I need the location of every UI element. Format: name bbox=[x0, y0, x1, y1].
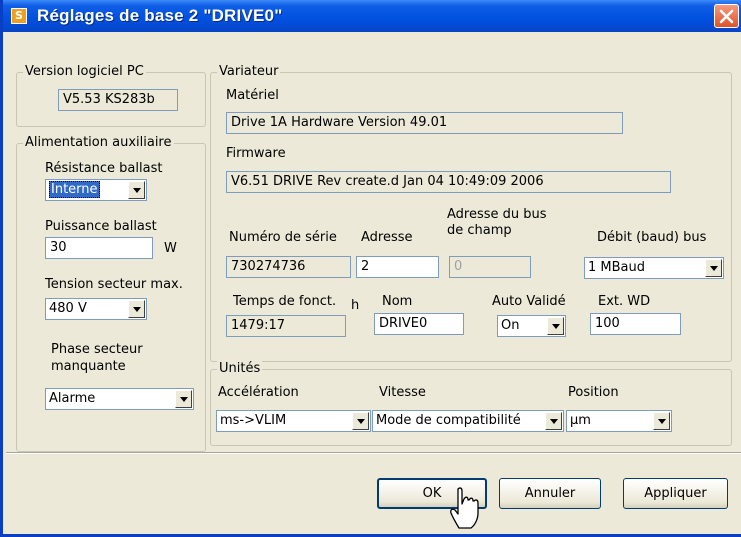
acceleration-value: ms->VLIM bbox=[220, 413, 287, 428]
close-icon bbox=[719, 9, 734, 24]
chevron-down-icon[interactable] bbox=[352, 412, 369, 430]
fieldbus-address-label-2: de champ bbox=[447, 223, 512, 238]
fieldbus-address-input: 0 bbox=[449, 256, 531, 278]
firmware-label: Firmware bbox=[226, 146, 286, 161]
serial-number-label: Numéro de série bbox=[229, 230, 337, 245]
missing-phase-select[interactable]: Alarme bbox=[45, 388, 194, 410]
auto-valid-value: On bbox=[501, 318, 520, 333]
ext-wd-input[interactable]: 100 bbox=[590, 313, 681, 335]
ballast-resistance-select[interactable]: Interne bbox=[45, 179, 147, 201]
chevron-down-icon[interactable] bbox=[547, 317, 564, 335]
max-voltage-select[interactable]: 480 V bbox=[45, 298, 147, 320]
auto-valid-select[interactable]: On bbox=[497, 315, 566, 337]
missing-phase-label-2: manquante bbox=[51, 359, 126, 374]
chevron-down-icon[interactable] bbox=[175, 390, 192, 408]
name-label: Nom bbox=[382, 294, 413, 309]
units-legend: Unités bbox=[217, 361, 263, 376]
serial-number-field: 730274736 bbox=[226, 256, 351, 278]
baud-rate-label: Débit (baud) bus bbox=[597, 230, 707, 245]
aux-power-legend: Alimentation auxiliaire bbox=[23, 135, 174, 150]
max-voltage-value: 480 V bbox=[49, 301, 87, 316]
auto-valid-label: Auto Validé bbox=[492, 294, 566, 309]
address-input[interactable]: 2 bbox=[356, 256, 439, 278]
missing-phase-value: Alarme bbox=[49, 391, 96, 406]
dialog-client: Version logiciel PC V5.53 KS283b Aliment… bbox=[6, 32, 741, 534]
firmware-field: V6.51 DRIVE Rev create.d Jan 04 10:49:09… bbox=[226, 171, 671, 193]
ballast-power-unit: W bbox=[164, 241, 177, 256]
ballast-power-input[interactable]: 30 bbox=[45, 237, 153, 259]
window-title: Réglages de base 2 "DRIVE0" bbox=[37, 6, 283, 25]
close-button[interactable] bbox=[714, 4, 739, 28]
cancel-button[interactable]: Annuler bbox=[499, 478, 601, 509]
software-version-field: V5.53 KS283b bbox=[58, 89, 178, 111]
apply-button[interactable]: Appliquer bbox=[623, 478, 728, 509]
runtime-unit: h bbox=[351, 298, 360, 313]
dialog-window: S Réglages de base 2 "DRIVE0" Version lo… bbox=[0, 0, 741, 537]
missing-phase-label: Phase secteur bbox=[51, 342, 143, 357]
chevron-down-icon[interactable] bbox=[705, 259, 722, 277]
name-input[interactable]: DRIVE0 bbox=[374, 313, 464, 335]
speed-label: Vitesse bbox=[379, 385, 426, 400]
max-voltage-label: Tension secteur max. bbox=[45, 277, 183, 292]
position-label: Position bbox=[568, 385, 619, 400]
acceleration-label: Accélération bbox=[218, 385, 299, 400]
position-value: µm bbox=[570, 413, 591, 428]
title-bar[interactable]: S Réglages de base 2 "DRIVE0" bbox=[3, 0, 741, 32]
units-group: Unités bbox=[210, 361, 732, 446]
position-select[interactable]: µm bbox=[566, 410, 672, 432]
baud-rate-select[interactable]: 1 MBaud bbox=[584, 257, 724, 279]
fieldbus-address-label: Adresse du bus bbox=[447, 207, 547, 222]
chevron-down-icon[interactable] bbox=[653, 412, 670, 430]
ext-wd-label: Ext. WD bbox=[598, 294, 651, 309]
address-label: Adresse bbox=[361, 230, 413, 245]
drive-legend: Variateur bbox=[217, 64, 281, 79]
baud-rate-value: 1 MBaud bbox=[588, 260, 645, 275]
ballast-resistance-label: Résistance ballast bbox=[45, 161, 163, 176]
speed-value: Mode de compatibilité bbox=[376, 413, 521, 428]
acceleration-select[interactable]: ms->VLIM bbox=[216, 410, 371, 432]
hardware-label: Matériel bbox=[226, 88, 279, 103]
dialog-separator bbox=[6, 452, 741, 454]
software-version-legend: Version logiciel PC bbox=[23, 64, 146, 79]
chevron-down-icon[interactable] bbox=[545, 412, 562, 430]
ballast-power-label: Puissance ballast bbox=[45, 219, 157, 234]
app-icon: S bbox=[11, 8, 27, 24]
ballast-resistance-value: Interne bbox=[49, 181, 100, 198]
chevron-down-icon[interactable] bbox=[128, 300, 145, 318]
hardware-field: Drive 1A Hardware Version 49.01 bbox=[226, 112, 623, 134]
pointer-cursor-icon bbox=[450, 487, 479, 529]
runtime-label: Temps de fonct. bbox=[233, 294, 337, 309]
speed-select[interactable]: Mode de compatibilité bbox=[372, 410, 564, 432]
chevron-down-icon[interactable] bbox=[128, 181, 145, 199]
runtime-field: 1479:17 bbox=[226, 315, 346, 337]
